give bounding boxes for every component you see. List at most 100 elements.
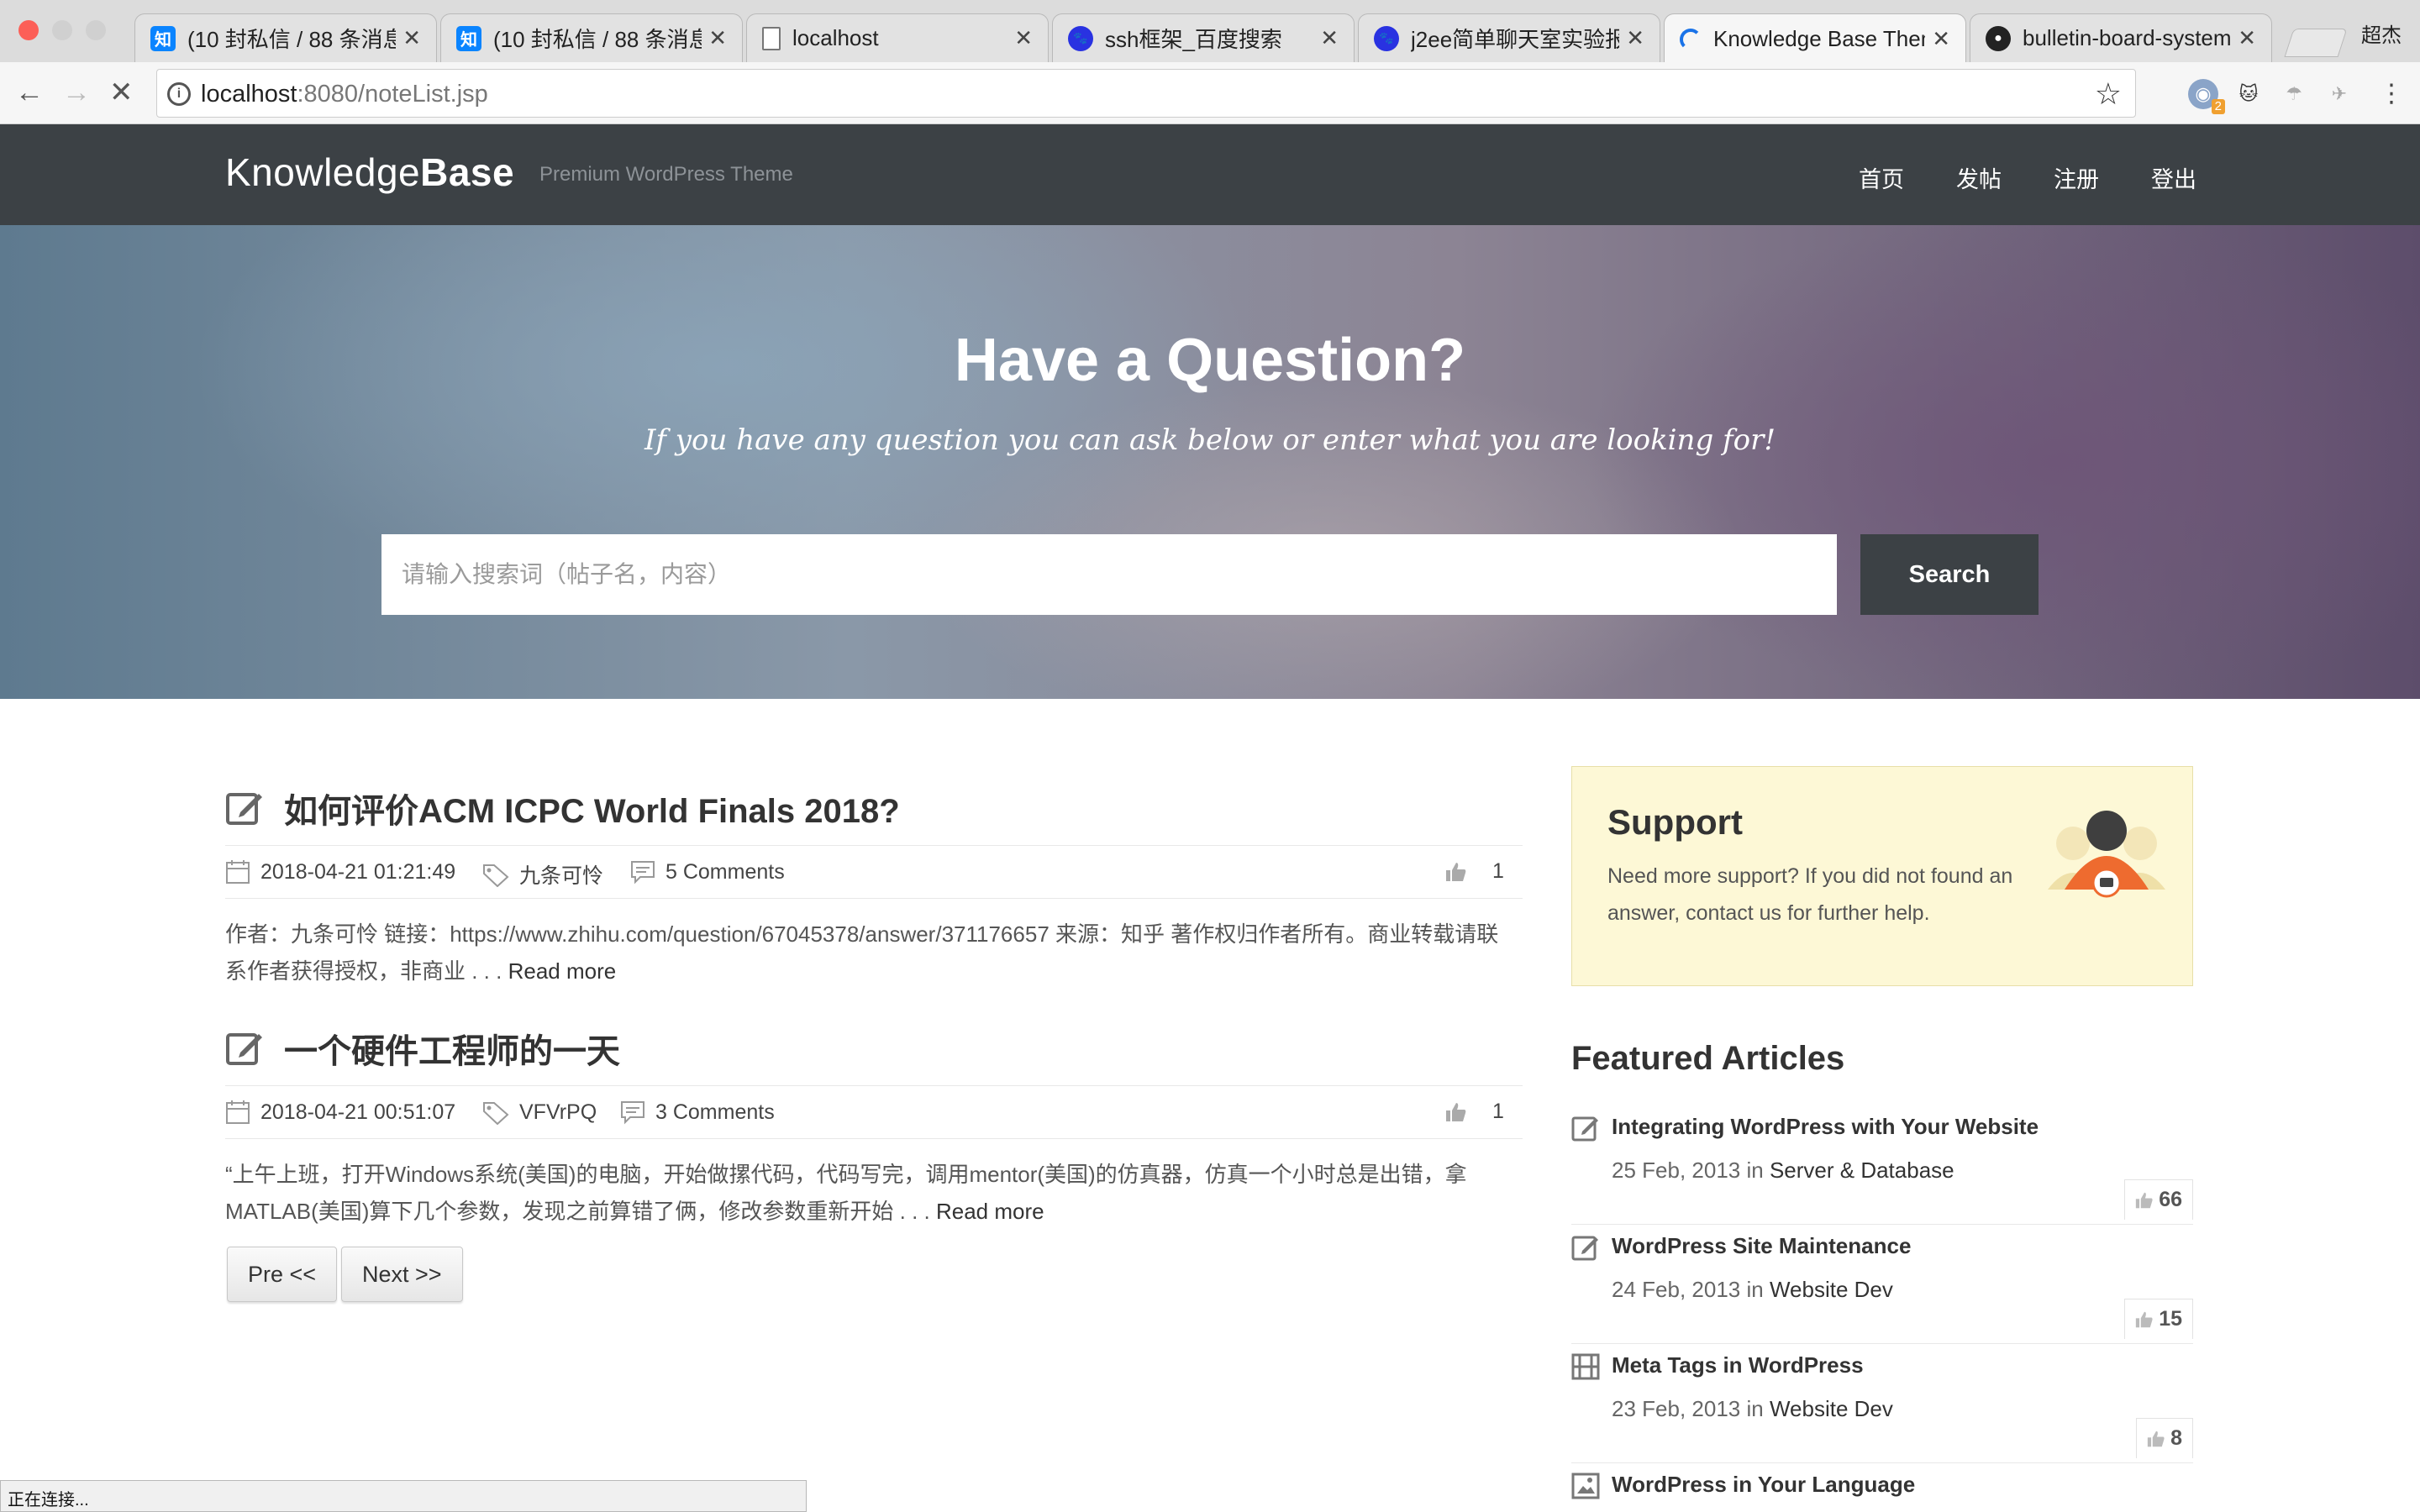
browser-tab[interactable]: 知 (10 封私信 / 88 条消息) ✕ <box>440 13 743 62</box>
browser-tab-active[interactable]: Knowledge Base Theme ✕ <box>1664 13 1966 64</box>
post-meta: 2018-04-21 00:51:07 VFVrPQ 3 Comments 1 <box>225 1085 1523 1139</box>
tab-title: bulletin-board-system <box>2023 25 2232 50</box>
post-item: 如何评价ACM ICPC World Finals 2018? 2018-04-… <box>225 783 1523 984</box>
featured-article-title[interactable]: Meta Tags in WordPress <box>1612 1352 1864 1378</box>
featured-article: Integrating WordPress with Your Website … <box>1571 1105 2193 1225</box>
featured-article-category[interactable]: Server & Database <box>1770 1158 1954 1183</box>
minimize-window-button[interactable] <box>52 20 72 40</box>
tab-close-icon[interactable]: ✕ <box>1320 25 1339 51</box>
featured-article-category[interactable]: Website Dev <box>1770 1277 1893 1302</box>
tab-close-icon[interactable]: ✕ <box>708 25 727 51</box>
info-icon[interactable]: i <box>167 82 191 106</box>
featured-article-title[interactable]: WordPress Site Maintenance <box>1612 1233 1911 1259</box>
read-more-link[interactable]: Read more <box>508 958 617 984</box>
parachute-extension-icon[interactable]: ☂ <box>2279 79 2309 109</box>
tab-close-icon[interactable]: ✕ <box>402 25 421 51</box>
tab-close-icon[interactable]: ✕ <box>1014 25 1033 51</box>
zhihu-favicon-icon: 知 <box>150 25 176 51</box>
tab-close-icon[interactable]: ✕ <box>1932 26 1950 52</box>
browser-toolbar: ← → ✕ i localhost:8080/noteList.jsp ☆ ◉ 2… <box>0 62 2420 124</box>
featured-article: WordPress in Your Language <box>1571 1463 2193 1512</box>
like-count[interactable]: 15 <box>2124 1299 2193 1339</box>
cat-extension-icon[interactable]: 🐱 <box>2233 79 2264 109</box>
stop-loading-icon[interactable]: ✕ <box>109 77 134 108</box>
support-agent-icon <box>2048 811 2165 898</box>
tab-close-icon[interactable]: ✕ <box>2238 25 2256 51</box>
post-comments[interactable]: 5 Comments <box>630 859 785 885</box>
browser-tab[interactable]: localhost ✕ <box>746 13 1049 62</box>
post-date: 2018-04-21 00:51:07 <box>225 1100 455 1125</box>
support-box: Support Need more support? If you did no… <box>1571 766 2193 986</box>
menu-dots-icon[interactable]: ⋮ <box>2376 79 2407 109</box>
search-input[interactable] <box>381 534 1837 615</box>
post-excerpt: 作者：九条可怜 链接：https://www.zhihu.com/questio… <box>225 921 1499 984</box>
featured-article-meta: 24 Feb, 2013 in Website Dev <box>1612 1277 1893 1302</box>
post-item: 一个硬件工程师的一天 2018-04-21 00:51:07 VFVrPQ 3 … <box>225 1023 1523 1224</box>
thumbs-up-icon <box>2147 1431 2165 1446</box>
calendar-icon <box>226 860 250 884</box>
post-author[interactable]: 九条可怜 <box>482 859 603 890</box>
post-title[interactable]: 一个硬件工程师的一天 <box>284 1024 620 1073</box>
featured-article-meta: 25 Feb, 2013 in Server & Database <box>1612 1158 1954 1183</box>
bookmark-star-icon[interactable]: ☆ <box>2095 76 2122 112</box>
nav-register[interactable]: 注册 <box>2054 161 2099 194</box>
plane-extension-icon[interactable]: ✈ <box>2324 79 2354 109</box>
forward-arrow-icon[interactable]: → <box>62 77 91 108</box>
featured-article-title[interactable]: Integrating WordPress with Your Website <box>1612 1114 2039 1140</box>
edit-icon <box>226 1033 262 1065</box>
post-excerpt: “上午上班，打开Windows系统(美国)的电脑，开始做摞代码，代码写完，调用m… <box>225 1162 1467 1224</box>
tab-close-icon[interactable]: ✕ <box>1626 25 1644 51</box>
browser-tab[interactable]: 🐾 j2ee简单聊天室实验报告 ✕ <box>1358 13 1660 62</box>
tab-title: localhost <box>792 25 879 50</box>
post-likes[interactable]: 1 <box>1445 1100 1504 1124</box>
url-text[interactable]: localhost:8080/noteList.jsp <box>201 81 488 108</box>
read-more-link[interactable]: Read more <box>936 1199 1044 1224</box>
featured-article-title[interactable]: WordPress in Your Language <box>1612 1472 1915 1498</box>
thumbs-up-icon <box>1446 1102 1466 1121</box>
post-date: 2018-04-21 01:21:49 <box>225 859 455 885</box>
site-header: KnowledgeBase Premium WordPress Theme 首页… <box>0 124 2420 225</box>
search-button[interactable]: Search <box>1860 534 2039 615</box>
edit-icon <box>226 793 262 825</box>
browser-tab[interactable]: 🐾 ssh框架_百度搜索 ✕ <box>1052 13 1355 62</box>
next-page-button[interactable]: Next >> <box>341 1247 463 1302</box>
edit-icon <box>1571 1236 1598 1261</box>
loading-spinner-icon <box>1680 28 1702 50</box>
hero-subtitle: If you have any question you can ask bel… <box>644 423 1776 457</box>
browser-tab[interactable]: ● bulletin-board-system ✕ <box>1970 13 2272 62</box>
nav-new-post[interactable]: 发帖 <box>1956 161 2002 194</box>
zoom-window-button[interactable] <box>86 20 106 40</box>
post-likes[interactable]: 1 <box>1445 859 1504 884</box>
post-comments[interactable]: 3 Comments <box>620 1100 775 1125</box>
tag-icon <box>483 864 509 887</box>
featured-article-category[interactable]: Website Dev <box>1770 1396 1893 1421</box>
back-arrow-icon[interactable]: ← <box>15 77 44 108</box>
calendar-icon <box>226 1100 250 1124</box>
close-window-button[interactable] <box>18 20 39 40</box>
browser-tab[interactable]: 知 (10 封私信 / 88 条消息) ✕ <box>134 13 437 62</box>
thumbs-up-icon <box>1446 862 1466 881</box>
prev-page-button[interactable]: Pre << <box>227 1247 338 1302</box>
featured-articles-title: Featured Articles <box>1571 1040 1845 1077</box>
like-count[interactable]: 66 <box>2124 1179 2193 1220</box>
thumbs-up-icon <box>2136 1311 2153 1327</box>
image-icon <box>1571 1473 1600 1499</box>
profile-name[interactable]: 超杰 <box>2361 18 2402 48</box>
baidu-favicon-icon: 🐾 <box>1374 25 1399 51</box>
like-count[interactable]: 8 <box>2136 1418 2193 1458</box>
post-author[interactable]: VFVrPQ <box>482 1100 597 1125</box>
new-tab-button[interactable] <box>2284 29 2348 57</box>
hero-title: Have a Question? <box>954 327 1466 394</box>
extension-icon[interactable]: ◉ 2 <box>2188 79 2225 114</box>
tab-title: Knowledge Base Theme <box>1713 26 1925 51</box>
post-title[interactable]: 如何评价ACM ICPC World Finals 2018? <box>284 784 900 832</box>
featured-article: WordPress Site Maintenance 24 Feb, 2013 … <box>1571 1225 2193 1344</box>
page-favicon-icon <box>762 26 781 50</box>
browser-tab-bar: 知 (10 封私信 / 88 条消息) ✕ 知 (10 封私信 / 88 条消息… <box>0 0 2420 64</box>
nav-home[interactable]: 首页 <box>1859 161 1904 194</box>
baidu-favicon-icon: 🐾 <box>1068 25 1093 51</box>
address-bar[interactable]: i localhost:8080/noteList.jsp ☆ <box>156 69 2136 118</box>
tab-title: (10 封私信 / 88 条消息) <box>187 27 397 52</box>
nav-logout[interactable]: 登出 <box>2151 161 2196 194</box>
site-logo[interactable]: KnowledgeBase <box>225 150 514 195</box>
